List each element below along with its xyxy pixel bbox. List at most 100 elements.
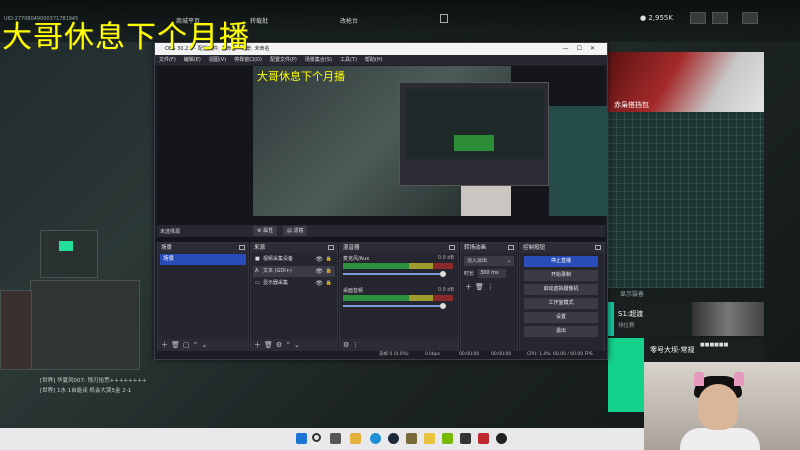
- menu-help[interactable]: 帮助(H): [365, 55, 383, 65]
- no-source-label: 未选择源: [160, 229, 181, 235]
- obs-icon[interactable]: [496, 433, 507, 444]
- person-face: [698, 384, 738, 430]
- start-recording-button[interactable]: 开始录制: [524, 270, 598, 281]
- popout-icon[interactable]: [239, 245, 245, 250]
- eye-icon[interactable]: 👁: [315, 278, 323, 289]
- exit-button[interactable]: 退出: [524, 326, 598, 337]
- explorer-icon[interactable]: [350, 433, 361, 444]
- lock-icon[interactable]: 🔒: [326, 254, 332, 265]
- scenes-toolbar[interactable]: ＋🗑▢⌃⌄: [158, 339, 248, 351]
- studio-mode-button[interactable]: 工作室模式: [524, 298, 598, 309]
- map-grid: [608, 112, 764, 288]
- filters-label: 滤镜: [293, 228, 304, 234]
- ranked-image: [692, 302, 764, 336]
- duration-label: 时长: [464, 271, 475, 277]
- filters-button[interactable]: ▤ 滤镜: [283, 226, 308, 236]
- game-tab-gunsmith[interactable]: 改枪台: [340, 16, 358, 25]
- equipment-label: 显示装备: [620, 291, 645, 298]
- menu-file[interactable]: 文件(F): [159, 55, 176, 65]
- game-button-1[interactable]: [690, 12, 706, 24]
- transitions-header: 转场动画: [461, 243, 517, 253]
- obs-menubar: 文件(F) 编辑(E) 视图(V) 停靠窗口(D) 配置文件(P) 场景集合(S…: [155, 55, 607, 65]
- transition-select[interactable]: 淡入淡出 ⌄: [464, 256, 514, 266]
- transition-actions[interactable]: ＋🗑⋮: [465, 282, 513, 292]
- source-item[interactable]: A 文本 (GDI+) 👁 🔒: [253, 266, 335, 277]
- menu-scene-collection[interactable]: 场景集合(S): [305, 55, 332, 65]
- preview-canvas: [253, 66, 607, 216]
- mixer-header: 混音器: [340, 243, 458, 253]
- volume-meter: [343, 263, 453, 269]
- edge-icon[interactable]: [370, 433, 381, 444]
- window-controls[interactable]: —☐✕: [563, 43, 603, 55]
- popout-icon[interactable]: [328, 245, 334, 250]
- sources-header: 来源: [251, 243, 337, 253]
- duration-input[interactable]: 300 ms: [478, 269, 507, 278]
- dropped-frames: 丢帧 0 (0.0%): [379, 352, 409, 357]
- square-icon[interactable]: [440, 14, 448, 23]
- red-icon[interactable]: [478, 433, 489, 444]
- volume-slider[interactable]: [343, 303, 446, 309]
- game3-icon[interactable]: [460, 433, 471, 444]
- ranked-card[interactable]: S1:超渡 排位赛: [608, 302, 764, 336]
- ranked-subtitle: 排位赛: [618, 323, 635, 329]
- game2-icon[interactable]: [424, 433, 435, 444]
- cat-ear-left-icon: [694, 372, 704, 386]
- webcam-overlay: [644, 362, 800, 450]
- sources-toolbar[interactable]: ＋🗑⚙⌃⌄: [251, 339, 337, 351]
- source-item[interactable]: ▭ 显示器采集 👁 🔒: [253, 278, 335, 289]
- live-time: 00:00:00: [459, 352, 480, 357]
- slider-knob[interactable]: [440, 303, 446, 309]
- currency-display: ● 2,955K: [640, 14, 673, 22]
- game-button-3[interactable]: [742, 12, 758, 24]
- search-icon[interactable]: [312, 433, 321, 442]
- eye-icon[interactable]: 👁: [315, 266, 323, 277]
- map-card[interactable]: 零号大坝-常规 ■■■■■■: [644, 338, 764, 362]
- virtual-camera-button[interactable]: 启动虚拟摄像机: [524, 284, 598, 295]
- source-item[interactable]: ■ 视频采集设备 👁 🔒: [253, 254, 335, 265]
- game1-icon[interactable]: [406, 433, 417, 444]
- preview-webcam: [461, 186, 511, 216]
- menu-profile[interactable]: 配置文件(P): [270, 55, 297, 65]
- settings-button[interactable]: 设置: [524, 312, 598, 323]
- map-card-title: 零号大坝-常规: [650, 346, 695, 354]
- steam-icon[interactable]: [388, 433, 399, 444]
- mixer-toolbar[interactable]: ⚙⋮: [340, 339, 458, 351]
- currency-value: 2,955K: [648, 14, 673, 22]
- scenes-header: 场景: [158, 243, 248, 253]
- card-accent: [608, 302, 614, 336]
- obs-window[interactable]: OBS 30.2.3 - 配置文件: 未命名 - 场景: 未命名 —☐✕ 文件(…: [154, 42, 608, 360]
- map-card-accent[interactable]: [608, 338, 644, 412]
- game-button-2[interactable]: [712, 12, 728, 24]
- menu-docks[interactable]: 停靠窗口(D): [234, 55, 262, 65]
- emblem-icon: [59, 241, 73, 251]
- chat-line: [世界] 华夏风007: 残刃拾荒++++++++: [40, 378, 147, 384]
- scene-item[interactable]: 场景: [160, 254, 246, 265]
- text-icon: A: [255, 268, 259, 274]
- menu-tools[interactable]: 工具(T): [340, 55, 357, 65]
- cpu-usage: CPU: 1.4%: [527, 352, 551, 357]
- popout-icon[interactable]: [449, 245, 455, 250]
- stop-streaming-button[interactable]: 停止直播: [524, 256, 598, 267]
- slider-knob[interactable]: [440, 271, 446, 277]
- game-tab-transfer[interactable]: 转载批: [250, 16, 268, 25]
- task-view-icon[interactable]: [330, 433, 341, 444]
- volume-meter: [343, 295, 453, 301]
- nvidia-icon[interactable]: [442, 433, 453, 444]
- lock-icon[interactable]: 🔒: [326, 266, 332, 277]
- map-card-badge: ■■■■■■: [700, 342, 729, 348]
- game-chat: [世界] 华夏风007: 残刃拾荒++++++++ [世界] 1水 1自能谈 机…: [40, 376, 147, 396]
- lock-icon[interactable]: 🔒: [326, 278, 332, 289]
- properties-button[interactable]: ⚙ 属性: [253, 226, 278, 236]
- mixer-channel-desktop: 桌面音频 0.0 dB: [340, 285, 458, 317]
- popout-icon[interactable]: [595, 245, 601, 250]
- menu-view[interactable]: 视图(V): [209, 55, 226, 65]
- volume-slider[interactable]: [343, 271, 446, 277]
- popout-icon[interactable]: [508, 245, 514, 250]
- eye-icon[interactable]: 👁: [315, 254, 323, 265]
- windows-icon[interactable]: [296, 433, 307, 444]
- mixer-channel-mic: 麦克风/Aux 0.0 dB: [340, 253, 458, 285]
- menu-edit[interactable]: 编辑(E): [184, 55, 201, 65]
- machine-left: [0, 290, 32, 370]
- chevron-down-icon: ⌄: [506, 258, 511, 264]
- person-shirt: [680, 428, 760, 450]
